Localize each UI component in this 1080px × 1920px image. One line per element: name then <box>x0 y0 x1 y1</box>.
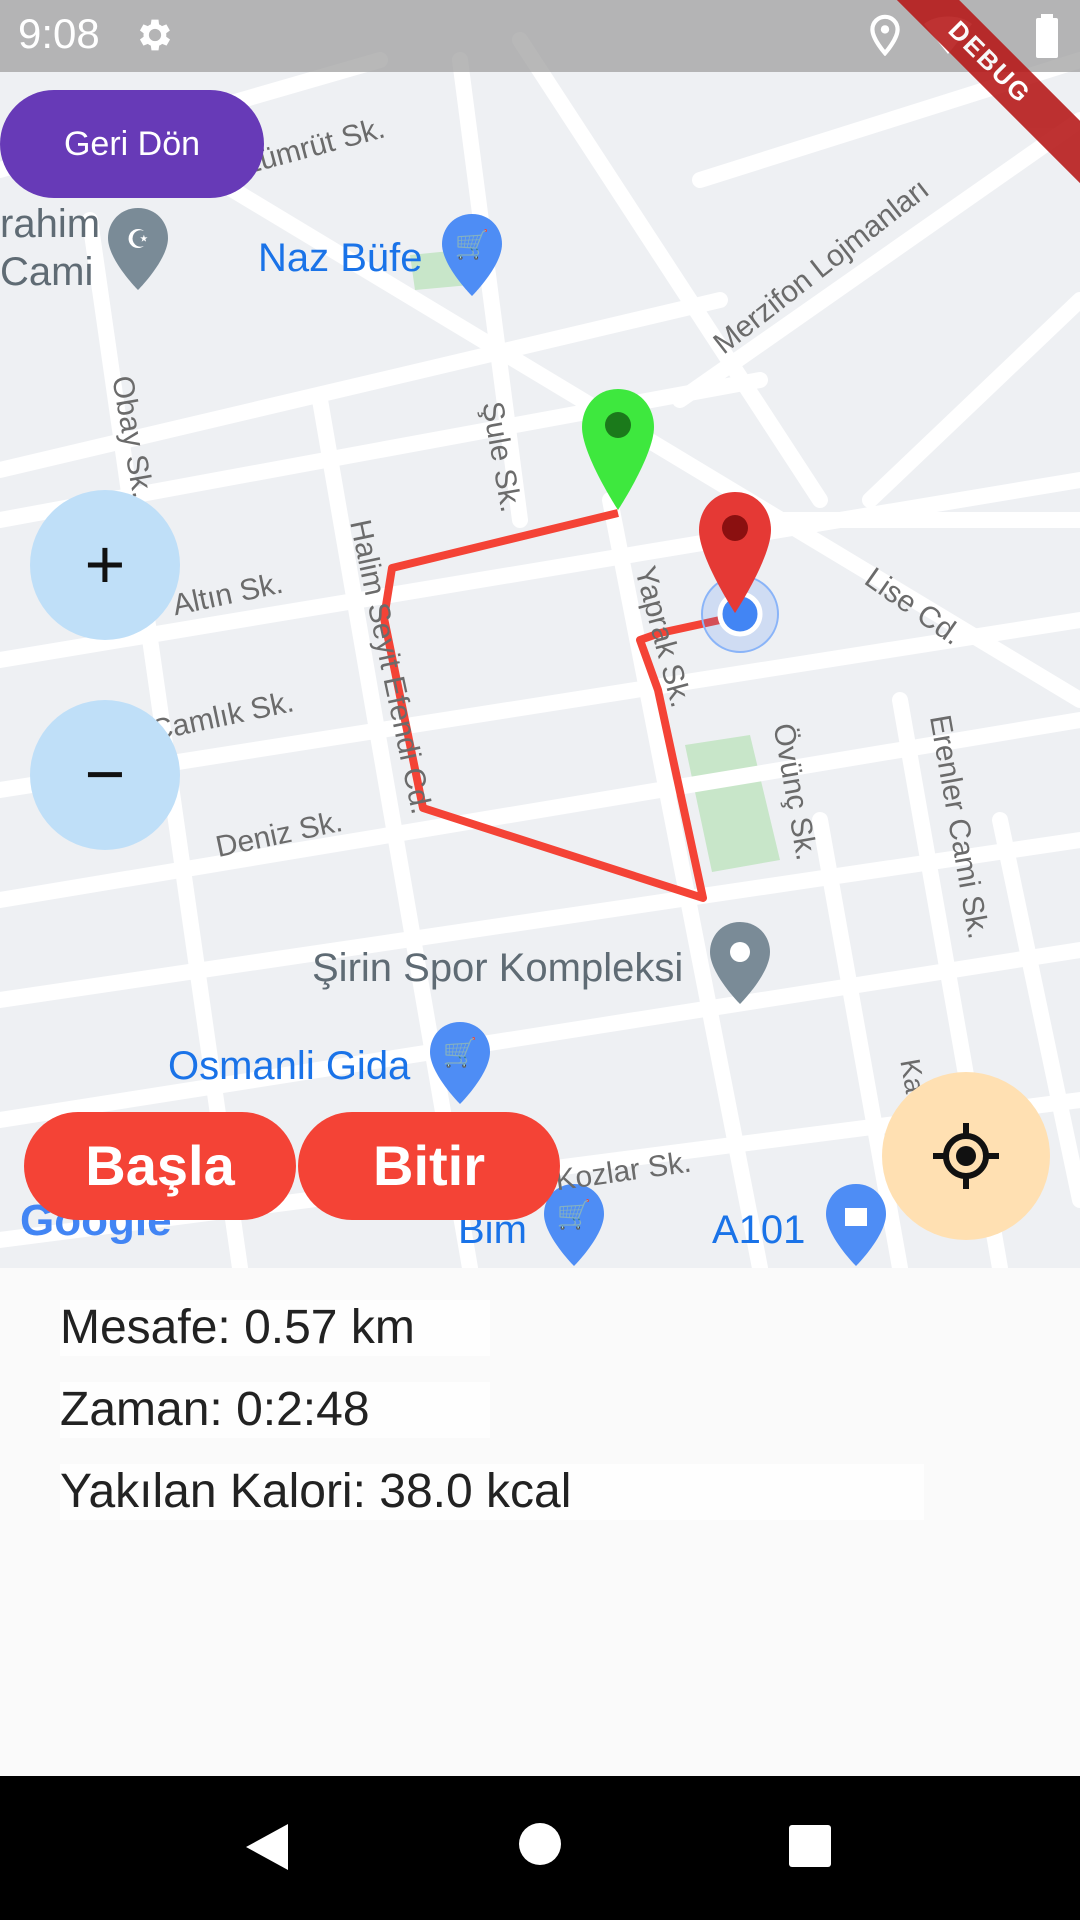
svg-text:🛒: 🛒 <box>443 1036 478 1069</box>
battery-icon <box>1036 14 1058 58</box>
place-label: rahim Cami <box>0 202 101 294</box>
location-icon <box>870 14 900 56</box>
place-label: Şirin Spor Kompleksi <box>312 946 684 990</box>
place-label: Osmanli Gida <box>168 1044 411 1088</box>
navigation-bar <box>0 1776 1080 1920</box>
time-text: Zaman: 0:2:48 <box>60 1382 490 1438</box>
svg-text:🛒: 🛒 <box>557 1198 592 1231</box>
shopping-bag-pin-icon <box>826 1184 886 1266</box>
place-label: A101 <box>712 1208 806 1252</box>
crosshair-icon <box>933 1123 999 1189</box>
calories-text: Yakılan Kalori: 38.0 kcal <box>60 1464 924 1520</box>
mosque-pin-icon: ☪ <box>108 208 168 290</box>
start-button[interactable]: Başla <box>24 1112 296 1220</box>
place-pin-icon <box>710 922 770 1004</box>
home-nav-icon[interactable] <box>518 1822 562 1866</box>
gear-icon <box>139 19 171 51</box>
place-label: Naz Büfe <box>258 236 423 280</box>
svg-text:🛒: 🛒 <box>455 228 490 261</box>
distance-text: Mesafe: 0.57 km <box>60 1300 490 1356</box>
start-marker-icon[interactable] <box>578 385 658 515</box>
my-location-button[interactable] <box>882 1072 1050 1240</box>
back-button[interactable]: Geri Dön <box>0 90 264 198</box>
stats-panel: Mesafe: 0.57 km Zaman: 0:2:48 Yakılan Ka… <box>0 1268 1080 1776</box>
zoom-in-button[interactable]: + <box>30 490 180 640</box>
back-nav-icon[interactable] <box>244 1822 290 1872</box>
shop-pin-icon: 🛒 <box>430 1022 490 1104</box>
stop-button[interactable]: Bitir <box>298 1112 560 1220</box>
zoom-out-button[interactable]: − <box>30 700 180 850</box>
recents-nav-icon[interactable] <box>788 1824 832 1868</box>
status-time: 9:08 <box>18 10 100 57</box>
shop-pin-icon: 🛒 <box>442 214 502 296</box>
svg-text:☪: ☪ <box>126 225 149 255</box>
end-marker-icon[interactable] <box>695 488 775 618</box>
